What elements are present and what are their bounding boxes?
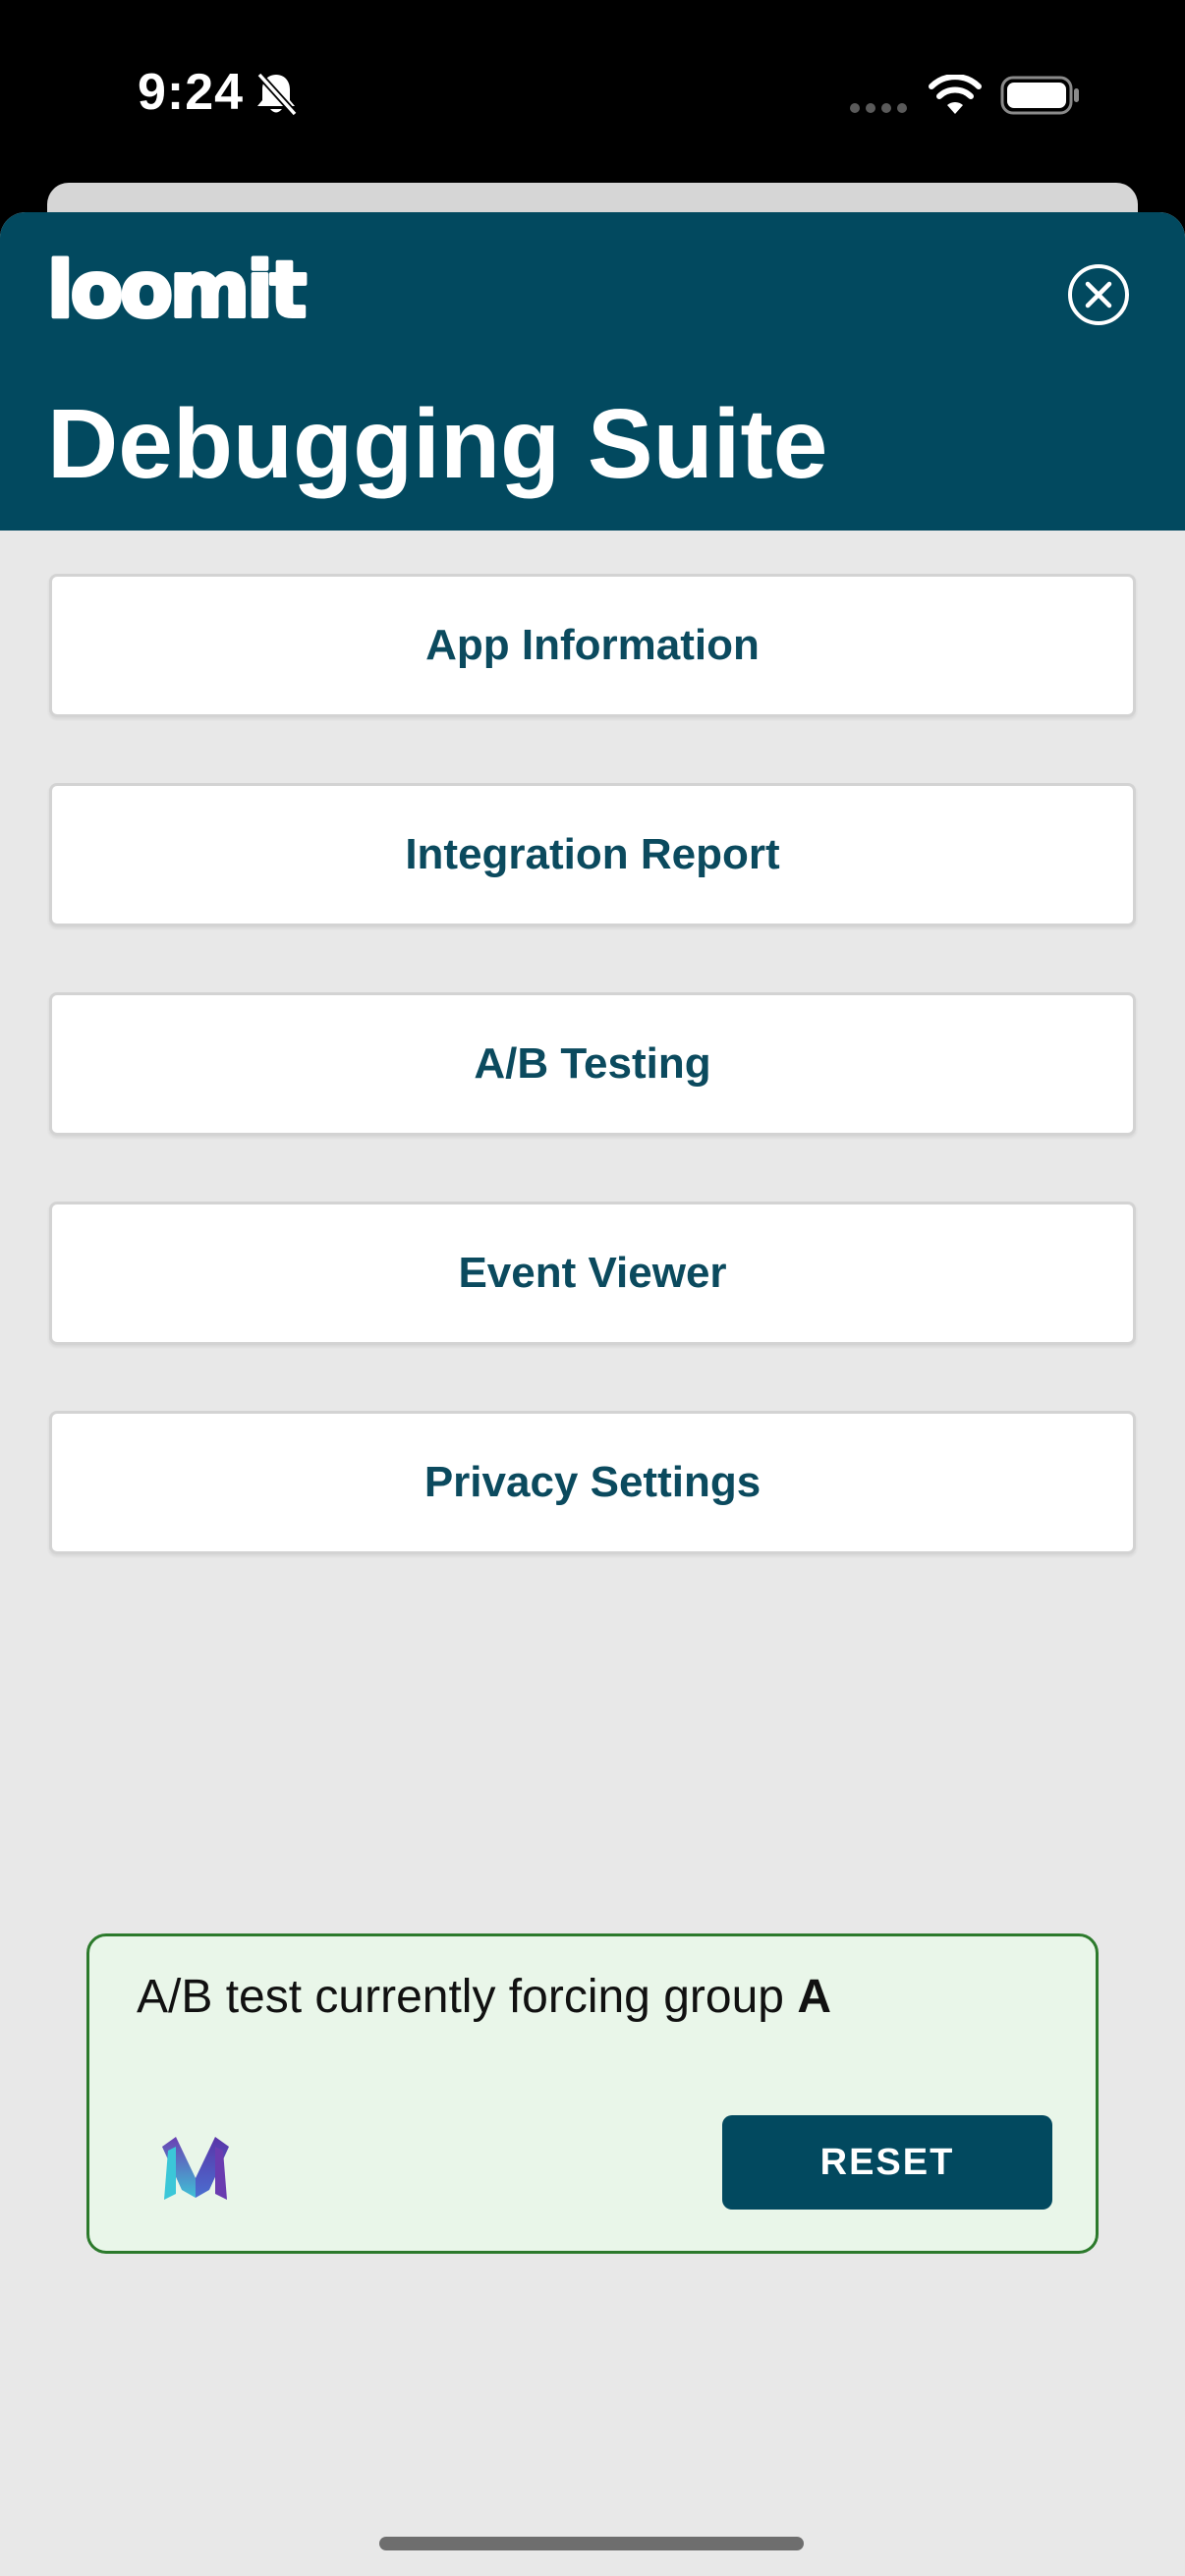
app-information-button[interactable]: App Information [49,574,1136,717]
privacy-settings-button[interactable]: Privacy Settings [49,1411,1136,1554]
bell-slash-icon [256,72,298,117]
wifi-icon [929,75,982,114]
ab-test-notice: A/B test currently forcing group A RESET [86,1933,1099,2254]
signal-dots-icon [850,103,907,113]
debug-menu: App Information Integration Report A/B T… [49,574,1136,1620]
ab-test-message-text: A/B test currently forcing group [137,1971,798,2023]
m-logo-icon [162,2137,229,2200]
event-viewer-button[interactable]: Event Viewer [49,1202,1136,1345]
status-time: 9:24 [138,64,245,121]
header: loomit Debugging Suite [0,212,1185,531]
ab-testing-button[interactable]: A/B Testing [49,992,1136,1136]
svg-text:loomit: loomit [47,252,306,334]
status-bar: 9:24 [0,0,1185,187]
ab-test-group: A [797,1971,831,2023]
ab-test-message: A/B test currently forcing group A [137,1970,831,2024]
close-icon[interactable] [1065,261,1132,328]
debug-sheet: loomit Debugging Suite App Information I… [0,212,1185,2576]
page-title: Debugging Suite [47,389,828,499]
battery-icon [1000,76,1079,115]
loomit-logo: loomit [45,252,310,334]
home-indicator[interactable] [379,2537,804,2550]
integration-report-button[interactable]: Integration Report [49,783,1136,926]
reset-button[interactable]: RESET [722,2115,1052,2210]
